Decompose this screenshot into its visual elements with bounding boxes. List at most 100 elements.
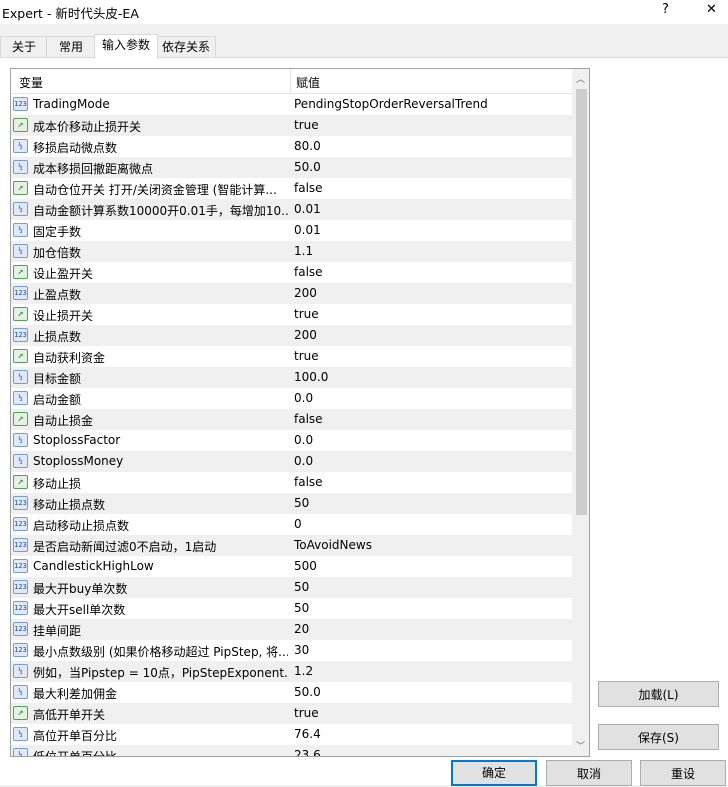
row-value[interactable]: false <box>294 475 323 489</box>
row-value[interactable]: 0.0 <box>294 454 313 468</box>
row-value[interactable]: true <box>294 706 319 720</box>
table-row[interactable]: 123 最大开sell单次数 50 <box>11 598 572 619</box>
row-value[interactable]: 20 <box>294 622 309 636</box>
vertical-scrollbar[interactable]: ︿ ﹀ <box>572 69 589 756</box>
row-variable-name: 加仓倍数 <box>33 246 82 260</box>
table-row[interactable]: ½ 低位开单百分比 23.6 <box>11 745 572 756</box>
boolean-icon: ↗ <box>13 307 28 321</box>
close-icon[interactable]: ✕ <box>706 2 717 17</box>
row-value[interactable]: 80.0 <box>294 139 321 153</box>
table-row[interactable]: ½ 启动金额 0.0 <box>11 388 572 409</box>
ok-button[interactable]: 确定 <box>451 760 537 786</box>
table-row[interactable]: 123 最大开buy单次数 50 <box>11 577 572 598</box>
table-row[interactable]: 123 挂单间距 20 <box>11 619 572 640</box>
table-row[interactable]: ↗ 成本价移动止损开关 true <box>11 115 572 136</box>
row-value[interactable]: 1.2 <box>294 664 313 678</box>
row-value[interactable]: false <box>294 412 323 426</box>
integer-icon: 123 <box>13 538 28 552</box>
row-value[interactable]: 23.6 <box>294 748 321 756</box>
row-value[interactable]: 50.0 <box>294 160 321 174</box>
table-row[interactable]: ½ 高位开单百分比 76.4 <box>11 724 572 745</box>
row-value[interactable]: 100.0 <box>294 370 328 384</box>
row-value[interactable]: ToAvoidNews <box>294 538 372 552</box>
double-icon: ½ <box>13 139 28 153</box>
table-row[interactable]: 123 CandlestickHighLow 500 <box>11 556 572 577</box>
table-row[interactable]: ↗ 自动止损金 false <box>11 409 572 430</box>
table-row[interactable]: 123 止盈点数 200 <box>11 283 572 304</box>
row-value[interactable]: 0.01 <box>294 223 321 237</box>
row-variable-name: 高低开单开关 <box>33 708 106 722</box>
table-row[interactable]: 123 是否启动新闻过滤0不启动，1启动 ToAvoidNews <box>11 535 572 556</box>
row-value[interactable]: true <box>294 118 319 132</box>
row-value[interactable]: 30 <box>294 643 309 657</box>
boolean-icon: ↗ <box>13 412 28 426</box>
table-row[interactable]: ½ 成本移损回撤距离微点 50.0 <box>11 157 572 178</box>
table-row[interactable]: 123 TradingMode PendingStopOrderReversalTr… <box>11 94 572 115</box>
row-variable-name: 自动获利资金 <box>33 351 106 365</box>
table-row[interactable]: ↗ 移动止损 false <box>11 472 572 493</box>
table-row[interactable]: 123 最小点数级别 (如果价格移动超过 PipStep, 将... 30 <box>11 640 572 661</box>
scroll-thumb[interactable] <box>576 89 587 515</box>
reset-button[interactable]: 重设 <box>640 760 726 786</box>
row-value[interactable]: 50 <box>294 496 309 510</box>
parameters-table: 变量 赋值 123 TradingMode PendingStopOrderReve… <box>10 68 590 757</box>
row-value[interactable]: 0.0 <box>294 391 313 405</box>
tab-about[interactable]: 关于 <box>0 36 48 58</box>
table-row[interactable]: ½ 自动金额计算系数10000开0.01手，每增加10... 0.01 <box>11 199 572 220</box>
table-row[interactable]: ½ 例如，当Pipstep = 10点，PipStepExponent... 1.2 <box>11 661 572 682</box>
table-row[interactable]: ½ 目标金额 100.0 <box>11 367 572 388</box>
row-variable-name: 最大开buy单次数 <box>33 582 128 596</box>
scroll-up-icon[interactable]: ︿ <box>576 72 585 85</box>
table-row[interactable]: 123 移动止损点数 50 <box>11 493 572 514</box>
save-button[interactable]: 保存(S) <box>598 724 719 750</box>
help-button[interactable]: ? <box>662 2 669 17</box>
row-value[interactable]: 200 <box>294 328 317 342</box>
cancel-button[interactable]: 取消 <box>546 760 632 786</box>
row-variable-name: 自动金额计算系数10000开0.01手，每增加10... <box>33 204 288 218</box>
row-value[interactable]: 0.0 <box>294 433 313 447</box>
row-variable-name: 自动止损金 <box>33 414 94 428</box>
row-value[interactable]: PendingStopOrderReversalTrend <box>294 97 488 111</box>
table-header: 变量 赋值 <box>11 69 572 94</box>
row-value[interactable]: 50.0 <box>294 685 321 699</box>
load-button[interactable]: 加载(L) <box>598 681 719 707</box>
table-row[interactable]: ½ 固定手数 0.01 <box>11 220 572 241</box>
row-value[interactable]: true <box>294 307 319 321</box>
window-title: Expert - 新时代头皮-EA <box>2 6 139 21</box>
table-row[interactable]: ↗ 自动获利资金 true <box>11 346 572 367</box>
row-variable-name: 目标金额 <box>33 372 82 386</box>
row-value[interactable]: false <box>294 265 323 279</box>
double-icon: ½ <box>13 223 28 237</box>
table-row[interactable]: 123 止损点数 200 <box>11 325 572 346</box>
tab-inputs[interactable]: 输入参数 <box>94 34 158 59</box>
row-value[interactable]: false <box>294 181 323 195</box>
row-value[interactable]: 0.01 <box>294 202 321 216</box>
table-row[interactable]: ½ 最大利差加佣金 50.0 <box>11 682 572 703</box>
row-value[interactable]: 0 <box>294 517 302 531</box>
row-value[interactable]: 50 <box>294 601 309 615</box>
row-value[interactable]: true <box>294 349 319 363</box>
double-icon: ½ <box>13 433 28 447</box>
column-variable[interactable]: 变量 <box>19 74 43 91</box>
table-row[interactable]: ↗ 高低开单开关 true <box>11 703 572 724</box>
table-row[interactable]: ½ StoplossMoney 0.0 <box>11 451 572 472</box>
table-row[interactable]: ½ 加仓倍数 1.1 <box>11 241 572 262</box>
table-row[interactable]: ↗ 设止盈开关 false <box>11 262 572 283</box>
boolean-icon: ↗ <box>13 118 28 132</box>
row-value[interactable]: 50 <box>294 580 309 594</box>
row-value[interactable]: 1.1 <box>294 244 313 258</box>
column-value[interactable]: 赋值 <box>296 74 320 91</box>
scroll-down-icon[interactable]: ﹀ <box>576 739 585 752</box>
row-variable-name: 高位开单百分比 <box>33 729 118 743</box>
row-value[interactable]: 500 <box>294 559 317 573</box>
table-row[interactable]: ↗ 自动仓位开关 打开/关闭资金管理 (智能计算... false <box>11 178 572 199</box>
row-value[interactable]: 76.4 <box>294 727 321 741</box>
table-row[interactable]: ½ StoplossFactor 0.0 <box>11 430 572 451</box>
table-row[interactable]: ½ 移损启动微点数 80.0 <box>11 136 572 157</box>
tab-common[interactable]: 常用 <box>46 36 96 58</box>
table-row[interactable]: 123 启动移动止损点数 0 <box>11 514 572 535</box>
row-variable-name: 挂单间距 <box>33 624 82 638</box>
table-row[interactable]: ↗ 设止损开关 true <box>11 304 572 325</box>
tab-dependencies[interactable]: 依存关系 <box>156 36 216 58</box>
row-value[interactable]: 200 <box>294 286 317 300</box>
